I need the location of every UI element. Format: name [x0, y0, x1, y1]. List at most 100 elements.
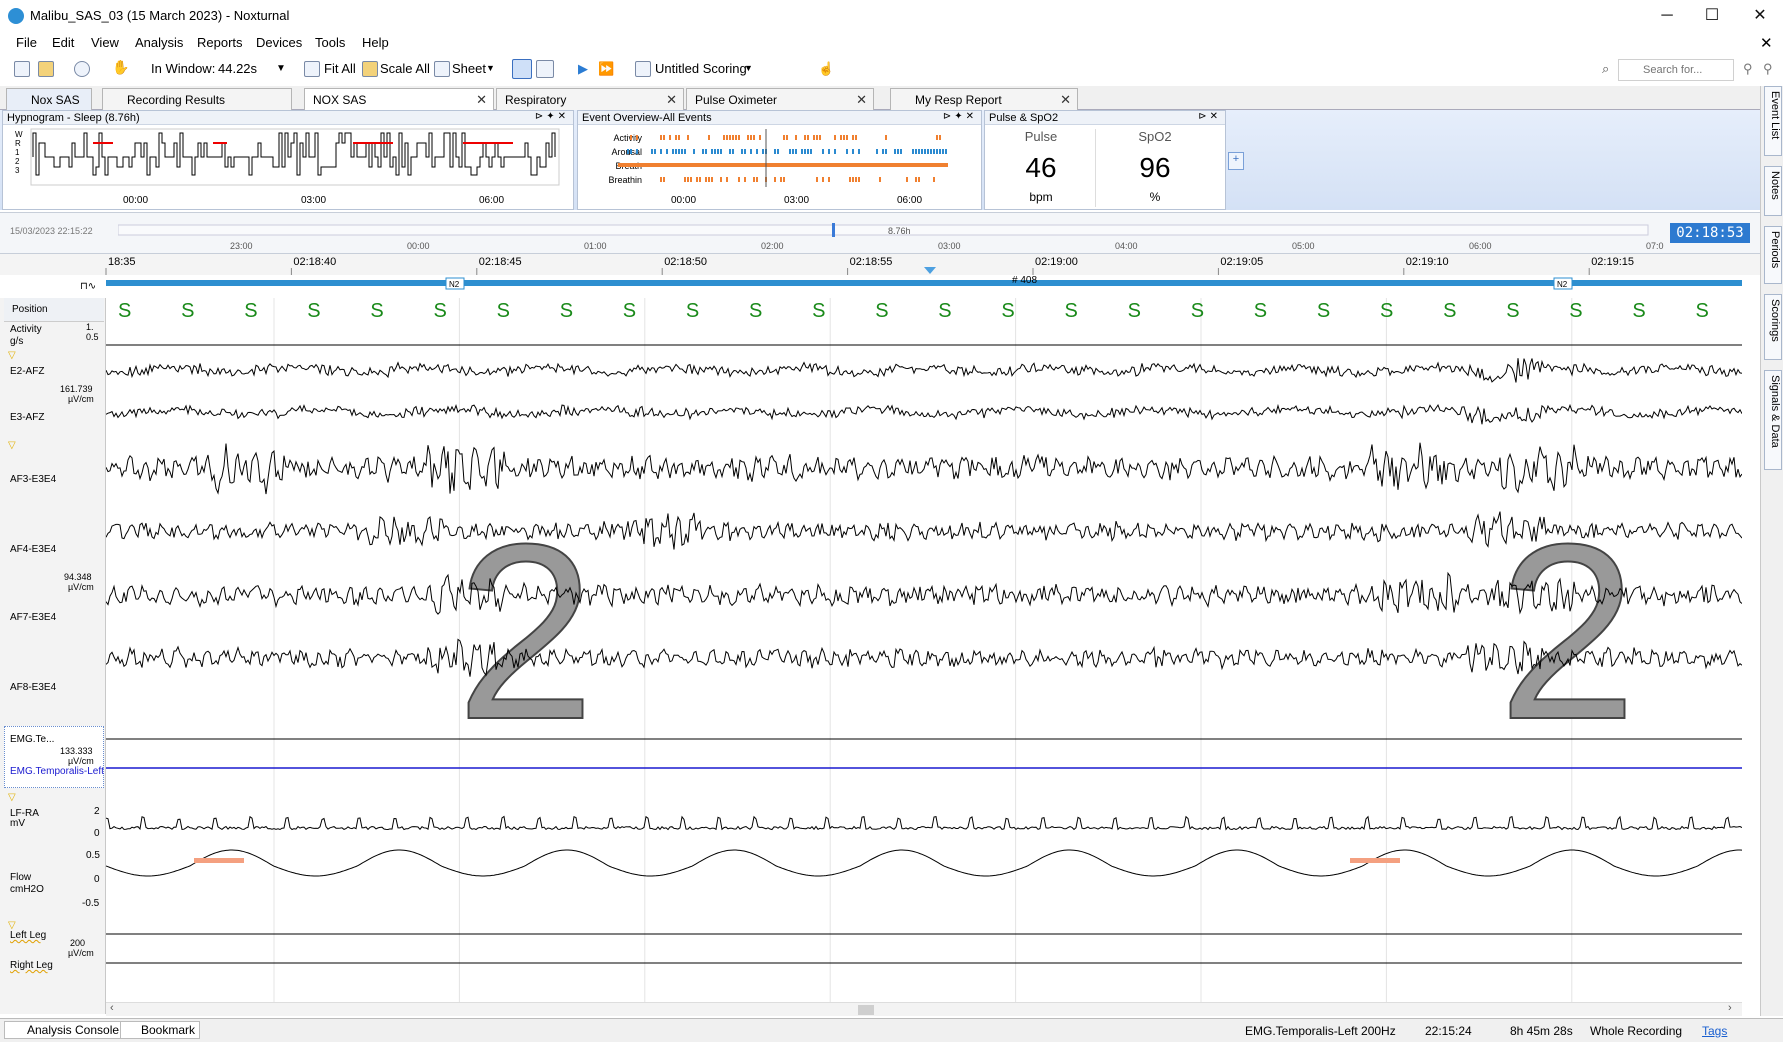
scale-all-icon[interactable] — [362, 61, 378, 77]
menu-devices[interactable]: Devices — [256, 35, 302, 50]
close-tab-icon[interactable]: ✕ — [856, 92, 867, 108]
chevron-down-icon[interactable]: ▼ — [486, 63, 495, 73]
event-overview-panel[interactable]: Event Overview-All Events ⊳✦✕ Activity Aro… — [577, 110, 982, 210]
scroll-right-icon[interactable]: › — [1728, 1002, 1732, 1014]
position-label-cell[interactable]: Position — [4, 298, 104, 322]
tab-respiratory[interactable]: Respiratory ✕ — [496, 88, 684, 110]
menu-tools[interactable]: Tools — [315, 35, 345, 50]
hand-icon[interactable]: ✋ — [112, 59, 129, 75]
right-leg-label[interactable]: Right Leg — [10, 960, 53, 971]
fit-all-icon[interactable] — [304, 61, 320, 77]
open-folder-icon[interactable] — [38, 61, 54, 77]
panel-tools-icon[interactable]: ⊳✦✕ — [535, 111, 569, 122]
panel-tools-icon[interactable]: ⊳✕ — [1198, 111, 1221, 122]
maximize-icon[interactable]: ☐ — [1690, 4, 1734, 28]
event-mark — [777, 149, 779, 154]
in-window-label: In Window: — [151, 61, 216, 76]
filter-icon[interactable]: ▽ — [8, 792, 16, 803]
e3-afz-label[interactable]: E3-AFZ — [10, 412, 44, 423]
menu-file[interactable]: File — [16, 35, 37, 50]
recording-timeline[interactable]: 15/03/2023 22:15:22 8.76h 23:00 00:00 01:00… — [0, 212, 1760, 254]
close-tab-icon[interactable]: ✕ — [666, 92, 677, 108]
chevron-down-icon[interactable]: ▼ — [276, 63, 286, 74]
menu-help[interactable]: Help — [362, 35, 389, 50]
rail-tab-event-list[interactable]: Event List — [1764, 86, 1782, 156]
position-marker: S — [875, 300, 888, 322]
user-icon[interactable] — [74, 61, 90, 77]
event-mark — [762, 149, 764, 154]
scroll-thumb[interactable] — [858, 1005, 874, 1015]
af7-label[interactable]: AF7-E3E4 — [10, 612, 56, 623]
panel-tools-icon[interactable]: ⊳✦✕ — [943, 111, 977, 122]
position-marker: S — [1569, 300, 1582, 322]
flow-label[interactable]: Flow — [10, 872, 31, 883]
pulse-spo2-panel[interactable]: Pulse & SpO2 ⊳✕ Pulse 46 bpm SpO2 96 % — [984, 110, 1226, 210]
timeline-chart[interactable]: 8.76h 23:00 00:00 01:00 02:00 03:00 04:00 05:00… — [118, 215, 1666, 253]
scroll-left-icon[interactable]: ‹ — [110, 1002, 114, 1014]
find-next-icon[interactable]: ⚲ — [1763, 61, 1773, 77]
menu-reports[interactable]: Reports — [197, 35, 243, 50]
menu-analysis[interactable]: Analysis — [135, 35, 183, 50]
analysis-console-button[interactable]: Analysis Console — [4, 1021, 125, 1039]
fit-all-button[interactable]: Fit All — [324, 61, 356, 76]
event-mark — [816, 177, 818, 182]
play-icon[interactable]: ▶ — [578, 61, 588, 77]
chevron-down-icon[interactable]: ▼ — [744, 63, 753, 73]
event-mark — [942, 149, 944, 154]
tab-my-resp-report[interactable]: My Resp Report ✕ — [890, 88, 1078, 110]
close-document-icon[interactable]: ✕ — [1760, 34, 1773, 52]
position-marker: S — [307, 300, 320, 322]
in-window-value[interactable]: 44.22s — [218, 61, 257, 76]
layout-split-icon[interactable] — [536, 60, 554, 78]
menu-edit[interactable]: Edit — [52, 35, 74, 50]
tab-recording-results[interactable]: Recording Results — [102, 88, 292, 110]
range-dropdown[interactable]: Whole Recording — [1590, 1024, 1682, 1038]
add-panel-icon[interactable]: + — [1228, 152, 1244, 170]
signal-traces[interactable]: 2 2S S S S S S S S S S S S S S S S S S S S S S S S S S — [106, 298, 1742, 1002]
e2-afz-label[interactable]: E2-AFZ — [10, 366, 44, 377]
filter-icon[interactable]: ▽ — [8, 440, 16, 451]
horizontal-scrollbar[interactable]: ‹ › — [106, 1002, 1742, 1016]
event-mark — [630, 149, 632, 154]
find-icon[interactable]: ⚲ — [1743, 61, 1753, 77]
close-tab-icon[interactable]: ✕ — [476, 92, 487, 108]
sheet-button[interactable]: Sheet — [452, 61, 486, 76]
close-icon[interactable]: ✕ — [1738, 4, 1782, 28]
scoring-dropdown[interactable]: Untitled Scoring — [655, 61, 747, 76]
fast-forward-icon[interactable]: ⏩ — [598, 61, 614, 77]
axis-tick-label: 02:19:05 — [1220, 256, 1263, 268]
search-input[interactable] — [1618, 59, 1734, 81]
new-file-icon[interactable] — [14, 61, 30, 77]
event-mark — [927, 149, 929, 154]
rail-tab-periods[interactable]: Periods — [1764, 226, 1782, 284]
tags-link[interactable]: Tags — [1702, 1024, 1727, 1038]
emg-label[interactable]: EMG.Te... — [10, 734, 54, 745]
rail-tab-scorings[interactable]: Scorings — [1764, 294, 1782, 360]
rail-tab-notes[interactable]: Notes — [1764, 166, 1782, 216]
scoring-icon[interactable] — [635, 61, 651, 77]
af8-label[interactable]: AF8-E3E4 — [10, 682, 56, 693]
left-leg-label[interactable]: Left Leg — [10, 930, 46, 941]
filter-icon[interactable]: ▽ — [8, 350, 16, 361]
hypnogram-panel[interactable]: Hypnogram - Sleep (8.76h) ⊳✦✕ W R 1 2 3 00:00 0… — [2, 110, 574, 210]
scale-all-button[interactable]: Scale All — [380, 61, 430, 76]
tab-pulse-oximeter[interactable]: Pulse Oximeter ✕ — [686, 88, 874, 110]
event-mark — [852, 149, 854, 154]
cursor-icon[interactable]: ☝ — [818, 61, 834, 77]
tab-nox-sas[interactable]: NOX SAS ✕ — [304, 88, 494, 110]
activity-label[interactable]: Activity — [10, 324, 42, 335]
pulse-unit: bpm — [1029, 190, 1053, 204]
bookmark-button[interactable]: Bookmark — [120, 1021, 201, 1039]
af4-label[interactable]: AF4-E3E4 — [10, 544, 56, 555]
event-mark — [828, 149, 830, 154]
sheet-icon[interactable] — [434, 61, 450, 77]
tab-nox-sas-dropdown[interactable]: Nox SAS ▾ — [6, 88, 92, 121]
menu-view[interactable]: View — [91, 35, 119, 50]
event-mark — [723, 135, 725, 140]
emg-full-label[interactable]: EMG.Temporalis-Left — [10, 766, 104, 777]
rail-tab-signals-data[interactable]: Signals & Data — [1764, 370, 1782, 470]
layout-single-icon[interactable] — [512, 59, 532, 79]
minimize-icon[interactable]: ─ — [1645, 4, 1689, 28]
close-tab-icon[interactable]: ✕ — [1060, 92, 1071, 108]
af3-label[interactable]: AF3-E3E4 — [10, 474, 56, 485]
